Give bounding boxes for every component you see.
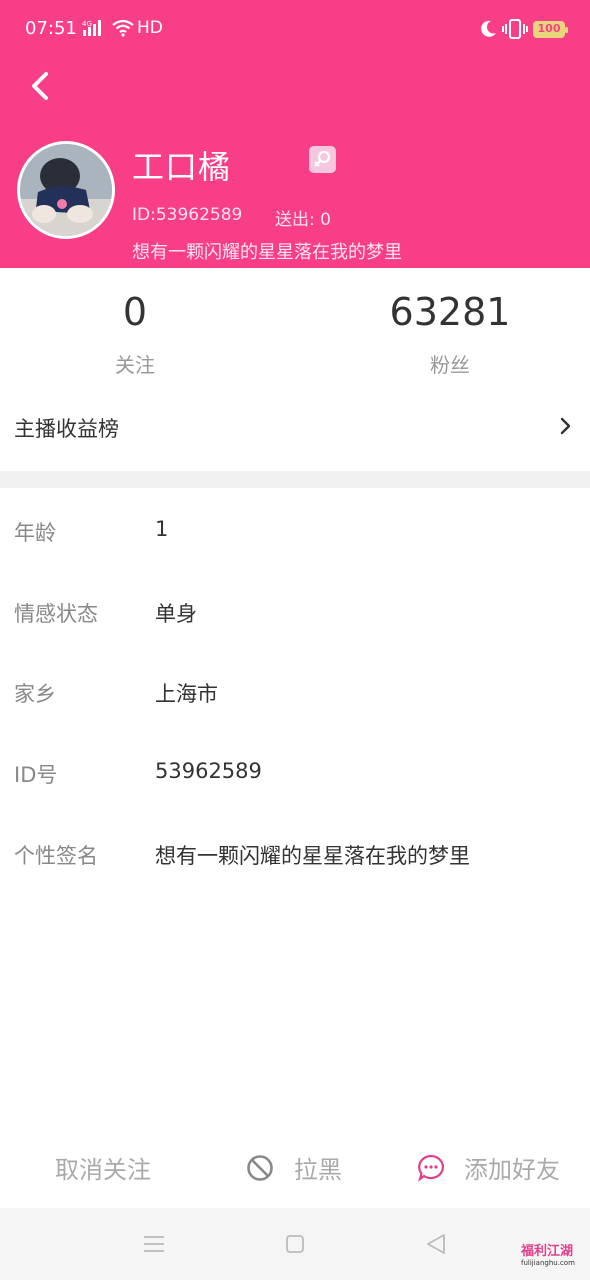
section-divider [0,471,590,488]
network-hd-label: HD [137,18,163,38]
earnings-rank-row[interactable]: 主播收益榜 [0,395,590,460]
watermark-brand: 福利江湖 [521,1244,574,1259]
earnings-rank-label: 主播收益榜 [14,417,119,441]
fans-count: 63281 [389,290,511,334]
nickname: 工口橘 [132,148,232,186]
info-label: ID号 [14,763,58,787]
bottom-action-bar: 取消关注 拉黑 添加好友 [0,1140,590,1200]
chevron-right-icon [560,417,571,435]
signal-icon: 4G [82,20,101,36]
female-icon [309,146,336,173]
sent-count-text: 送出: 0 [275,210,331,230]
fans-stat[interactable]: 63281 粉丝 [340,288,560,378]
chat-bubble-icon[interactable] [417,1154,445,1182]
block-button[interactable]: 拉黑 [294,1150,342,1185]
info-row-hometown: 家乡 上海市 [0,666,590,716]
avatar[interactable] [17,141,115,239]
info-row-signature: 个性签名 想有一颗闪耀的星星落在我的梦里 [0,828,590,878]
back-triangle-icon[interactable] [425,1232,447,1256]
info-value: 单身 [155,602,197,626]
following-label: 关注 [115,353,155,377]
info-row-id: ID号 53962589 [0,747,590,797]
fans-label: 粉丝 [430,353,470,377]
profile-header: 07:51 4G HD 100 工口橘 ID:53962589 送出: 0 想有… [0,0,590,268]
watermark-site: fulijianghu.com [521,1259,575,1267]
header-signature: 想有一颗闪耀的星星落在我的梦里 [132,242,402,263]
info-row-age: 年龄 1 [0,505,590,555]
back-arrow-icon[interactable] [24,66,58,106]
menu-icon[interactable] [142,1233,166,1255]
info-row-relationship: 情感状态 单身 [0,586,590,636]
info-value: 53962589 [155,759,262,783]
info-label: 个性签名 [14,844,98,868]
battery-level: 100 [537,22,561,35]
vibrate-icon [502,19,528,39]
user-id-text: ID:53962589 [132,205,243,225]
info-value: 想有一颗闪耀的星星落在我的梦里 [155,844,470,868]
add-friend-button[interactable]: 添加好友 [464,1150,560,1185]
status-bar: 07:51 4G HD 100 [0,0,590,60]
battery-icon: 100 [533,21,568,38]
svg-text:4G: 4G [82,20,92,28]
home-square-icon[interactable] [285,1234,305,1254]
watermark-logo: 福利江湖 fulijianghu.com [521,1240,587,1276]
block-icon[interactable] [246,1154,274,1182]
following-count: 0 [122,290,148,334]
info-value: 1 [155,517,169,541]
stats-section: 0 关注 63281 粉丝 [0,268,590,388]
moon-icon [481,20,496,37]
unfollow-button[interactable]: 取消关注 [55,1150,151,1185]
status-time: 07:51 [25,18,77,39]
info-label: 情感状态 [14,602,98,626]
system-nav-bar [0,1208,590,1280]
following-stat[interactable]: 0 关注 [25,288,245,378]
wifi-icon [112,19,134,37]
info-value: 上海市 [155,682,218,706]
info-label: 家乡 [14,682,56,706]
info-label: 年龄 [14,521,56,545]
